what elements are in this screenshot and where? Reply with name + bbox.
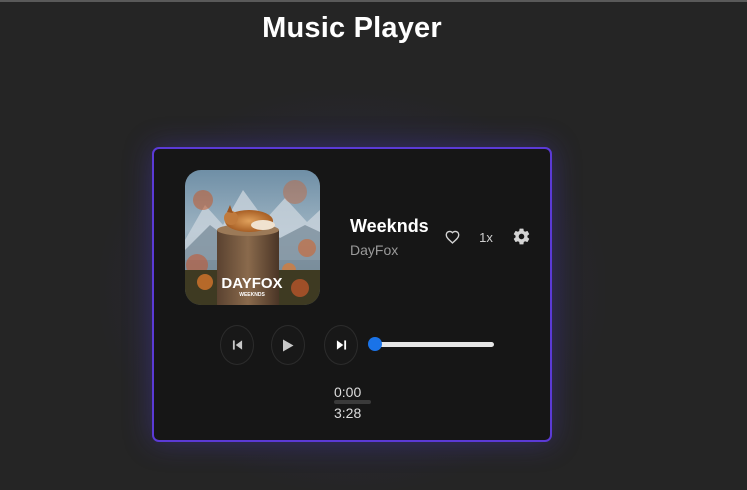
skip-previous-icon: [232, 340, 242, 350]
seek-slider[interactable]: [368, 337, 494, 351]
seek-slider-thumb[interactable]: [368, 337, 382, 351]
skip-next-icon: [336, 340, 346, 350]
track-duration: 3:28: [334, 405, 362, 421]
next-track-button[interactable]: [324, 325, 358, 365]
track-artist: DayFox: [350, 242, 399, 258]
top-divider: [0, 0, 747, 2]
album-subtitle-text: WEEKNDS: [239, 292, 265, 298]
gear-icon: [513, 228, 529, 244]
play-button[interactable]: [271, 325, 305, 365]
album-brand-text: DAYFOX: [221, 275, 282, 292]
playback-speed-button[interactable]: 1x: [474, 227, 498, 247]
current-time: 0:00: [334, 384, 362, 400]
track-title: Weeknds: [350, 216, 429, 236]
play-icon: [283, 339, 294, 351]
seek-slider-track: [372, 342, 494, 347]
like-button[interactable]: [442, 227, 462, 247]
mini-progress-bar: [334, 400, 371, 404]
album-art: DAYFOX WEEKNDS: [185, 170, 320, 305]
settings-button[interactable]: [509, 224, 533, 248]
heart-outline-icon: [445, 230, 459, 244]
previous-track-button[interactable]: [220, 325, 254, 365]
player-card: DAYFOX WEEKNDS Weeknds DayFox 1x 0:00 3:…: [152, 147, 552, 442]
page-title: Music Player: [262, 12, 442, 44]
